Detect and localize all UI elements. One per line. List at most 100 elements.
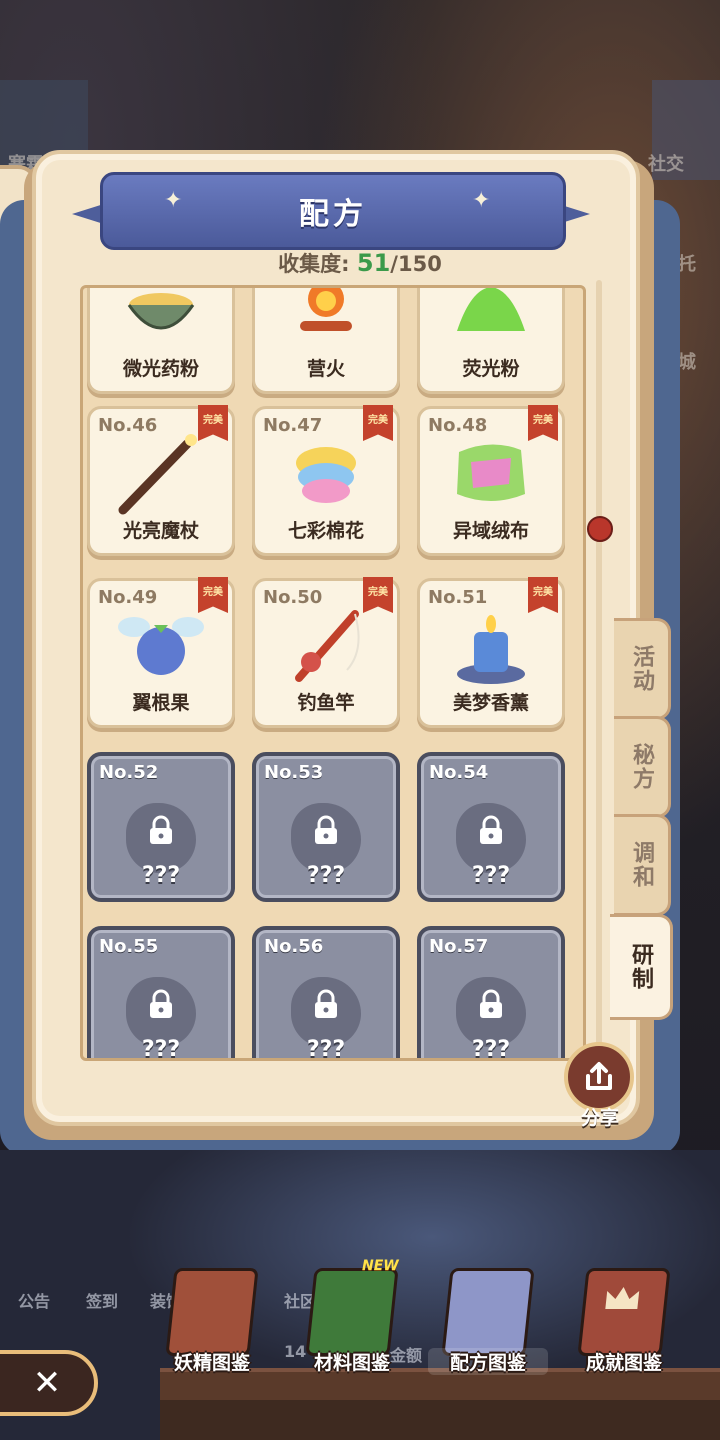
- perfect-badge: 完美: [528, 577, 558, 613]
- recipe-number: No.47: [263, 415, 323, 436]
- recipe-name: 七彩棉花: [287, 520, 364, 542]
- perfect-badge: 完美: [528, 405, 558, 441]
- locked-recipe-card[interactable]: No.53???: [252, 752, 400, 902]
- recipe-number: No.51: [428, 587, 488, 608]
- recipe-number: No.55: [99, 936, 159, 957]
- sparkle-icon: ✦: [472, 188, 491, 213]
- perfect-badge: 完美: [363, 577, 393, 613]
- recipe-name: 光亮魔杖: [122, 520, 199, 542]
- page-title: 配方: [299, 197, 367, 232]
- recipe-name: 异域绒布: [452, 520, 529, 542]
- collection-label: 收集度:: [278, 252, 350, 276]
- tab-label: 配方图鉴: [428, 1348, 548, 1375]
- recipe-card[interactable]: No.50 完美钓鱼竿: [252, 577, 400, 728]
- bookshelf-base: [160, 1400, 720, 1440]
- lock-icon: [477, 989, 505, 1019]
- powder-bowl-icon: [121, 288, 201, 345]
- share-label: 分享: [580, 1107, 619, 1129]
- tab-label: 材料图鉴: [313, 1352, 390, 1374]
- recipe-card[interactable]: No.48 完美异域绒布: [417, 405, 565, 556]
- tab-blend[interactable]: 调和: [614, 814, 671, 916]
- recipe-name: ???: [471, 1037, 511, 1061]
- recipe-book-icon: [441, 1268, 535, 1356]
- recipe-card[interactable]: No.51 完美美梦香薰: [417, 577, 565, 728]
- tab-activity[interactable]: 活动: [614, 618, 671, 720]
- recipe-number: No.57: [429, 936, 489, 957]
- recipe-number: No.56: [264, 936, 324, 957]
- recipe-card[interactable]: 营火: [252, 288, 400, 394]
- recipe-name: ???: [306, 863, 346, 888]
- bg-side-text-2: 城: [678, 352, 696, 373]
- lock-icon: [477, 815, 505, 845]
- tab-recipe-codex[interactable]: 配方图鉴: [428, 1268, 548, 1378]
- recipe-number: No.53: [264, 762, 324, 783]
- perfect-badge: 完美: [198, 405, 228, 441]
- recipe-name: ???: [141, 863, 181, 888]
- recipe-name: ???: [471, 863, 511, 888]
- locked-recipe-card[interactable]: No.56???: [252, 926, 400, 1061]
- recipe-number: No.54: [429, 762, 489, 783]
- recipe-card[interactable]: No.47 完美七彩棉花: [252, 405, 400, 556]
- fairy-book-icon: [165, 1268, 259, 1356]
- recipe-name: 钓鱼竿: [297, 692, 355, 714]
- cloth-icon: [451, 438, 531, 512]
- tab-label: 成就图鉴: [585, 1352, 662, 1374]
- recipe-card[interactable]: No.46 完美光亮魔杖: [87, 405, 235, 556]
- wand-icon: [111, 428, 211, 522]
- recipe-name: 营火: [306, 358, 345, 380]
- bg-social-label: 社交: [648, 154, 684, 175]
- tab-secret-recipe[interactable]: 秘方: [614, 716, 671, 818]
- recipe-grid[interactable]: 微光药粉 营火 荧光粉 No.46 完美 光亮魔杖 No.47 完美 七彩棉花 No.48 完美 异域…: [80, 285, 586, 1061]
- campfire-icon: [286, 288, 366, 345]
- winged-fruit-icon: [116, 605, 206, 689]
- locked-recipe-card[interactable]: No.55???: [87, 926, 235, 1061]
- new-badge: NEW: [362, 1258, 399, 1274]
- scrollbar-track[interactable]: [596, 280, 602, 1060]
- recipe-grid-content: 微光药粉 营火 荧光粉 No.46 完美 光亮魔杖 No.47 完美 七彩棉花 No.48 完美 异域…: [83, 288, 583, 1058]
- recipe-card[interactable]: 荧光粉: [417, 288, 565, 394]
- bg-nav-checkin: 签到: [86, 1292, 119, 1311]
- recipe-name: 微光药粉: [122, 358, 199, 380]
- collection-progress: 收集度: 51/150: [0, 248, 720, 278]
- tab-achievement-codex[interactable]: 成就图鉴: [564, 1268, 684, 1378]
- lock-icon: [312, 815, 340, 845]
- fishing-rod-icon: [281, 600, 371, 694]
- share-button[interactable]: [564, 1042, 634, 1112]
- locked-recipe-card[interactable]: No.57???: [417, 926, 565, 1061]
- sparkle-icon: ✦: [164, 188, 183, 213]
- collection-count: 51: [356, 249, 391, 277]
- recipe-number: No.49: [98, 587, 158, 608]
- perfect-badge: 完美: [198, 577, 228, 613]
- material-book-icon: [305, 1268, 399, 1356]
- close-icon: ✕: [32, 1363, 62, 1403]
- recipe-name: 美梦香薰: [452, 692, 529, 714]
- tab-research[interactable]: 研制: [610, 914, 673, 1020]
- tab-fairy-codex[interactable]: 妖精图鉴: [152, 1268, 272, 1378]
- tab-material-codex[interactable]: NEW 材料图鉴: [292, 1258, 412, 1378]
- recipe-number: No.52: [99, 762, 159, 783]
- lock-icon: [312, 989, 340, 1019]
- recipe-number: No.46: [98, 415, 158, 436]
- crown-icon: [605, 1287, 640, 1309]
- cotton-icon: [286, 433, 366, 517]
- recipe-number: No.50: [263, 587, 323, 608]
- lock-icon: [147, 815, 175, 845]
- locked-recipe-card[interactable]: No.54???: [417, 752, 565, 902]
- perfect-badge: 完美: [363, 405, 393, 441]
- candle-icon: [446, 600, 536, 694]
- recipe-number: No.48: [428, 415, 488, 436]
- share-icon: [586, 1062, 612, 1090]
- recipe-card[interactable]: No.49 完美翼根果: [87, 577, 235, 728]
- bg-nav-notice: 公告: [18, 1292, 51, 1311]
- recipe-name: ???: [141, 1037, 181, 1061]
- collection-total: /150: [390, 252, 442, 276]
- close-button[interactable]: ✕: [0, 1350, 98, 1416]
- glow-powder-icon: [451, 288, 531, 345]
- lock-icon: [147, 989, 175, 1019]
- recipe-name: 翼根果: [132, 692, 190, 714]
- tab-label: 妖精图鉴: [173, 1352, 250, 1374]
- recipe-name: ???: [306, 1037, 346, 1061]
- recipe-card[interactable]: 微光药粉: [87, 288, 235, 394]
- scrollbar-thumb[interactable]: [587, 516, 613, 542]
- locked-recipe-card[interactable]: No.52???: [87, 752, 235, 902]
